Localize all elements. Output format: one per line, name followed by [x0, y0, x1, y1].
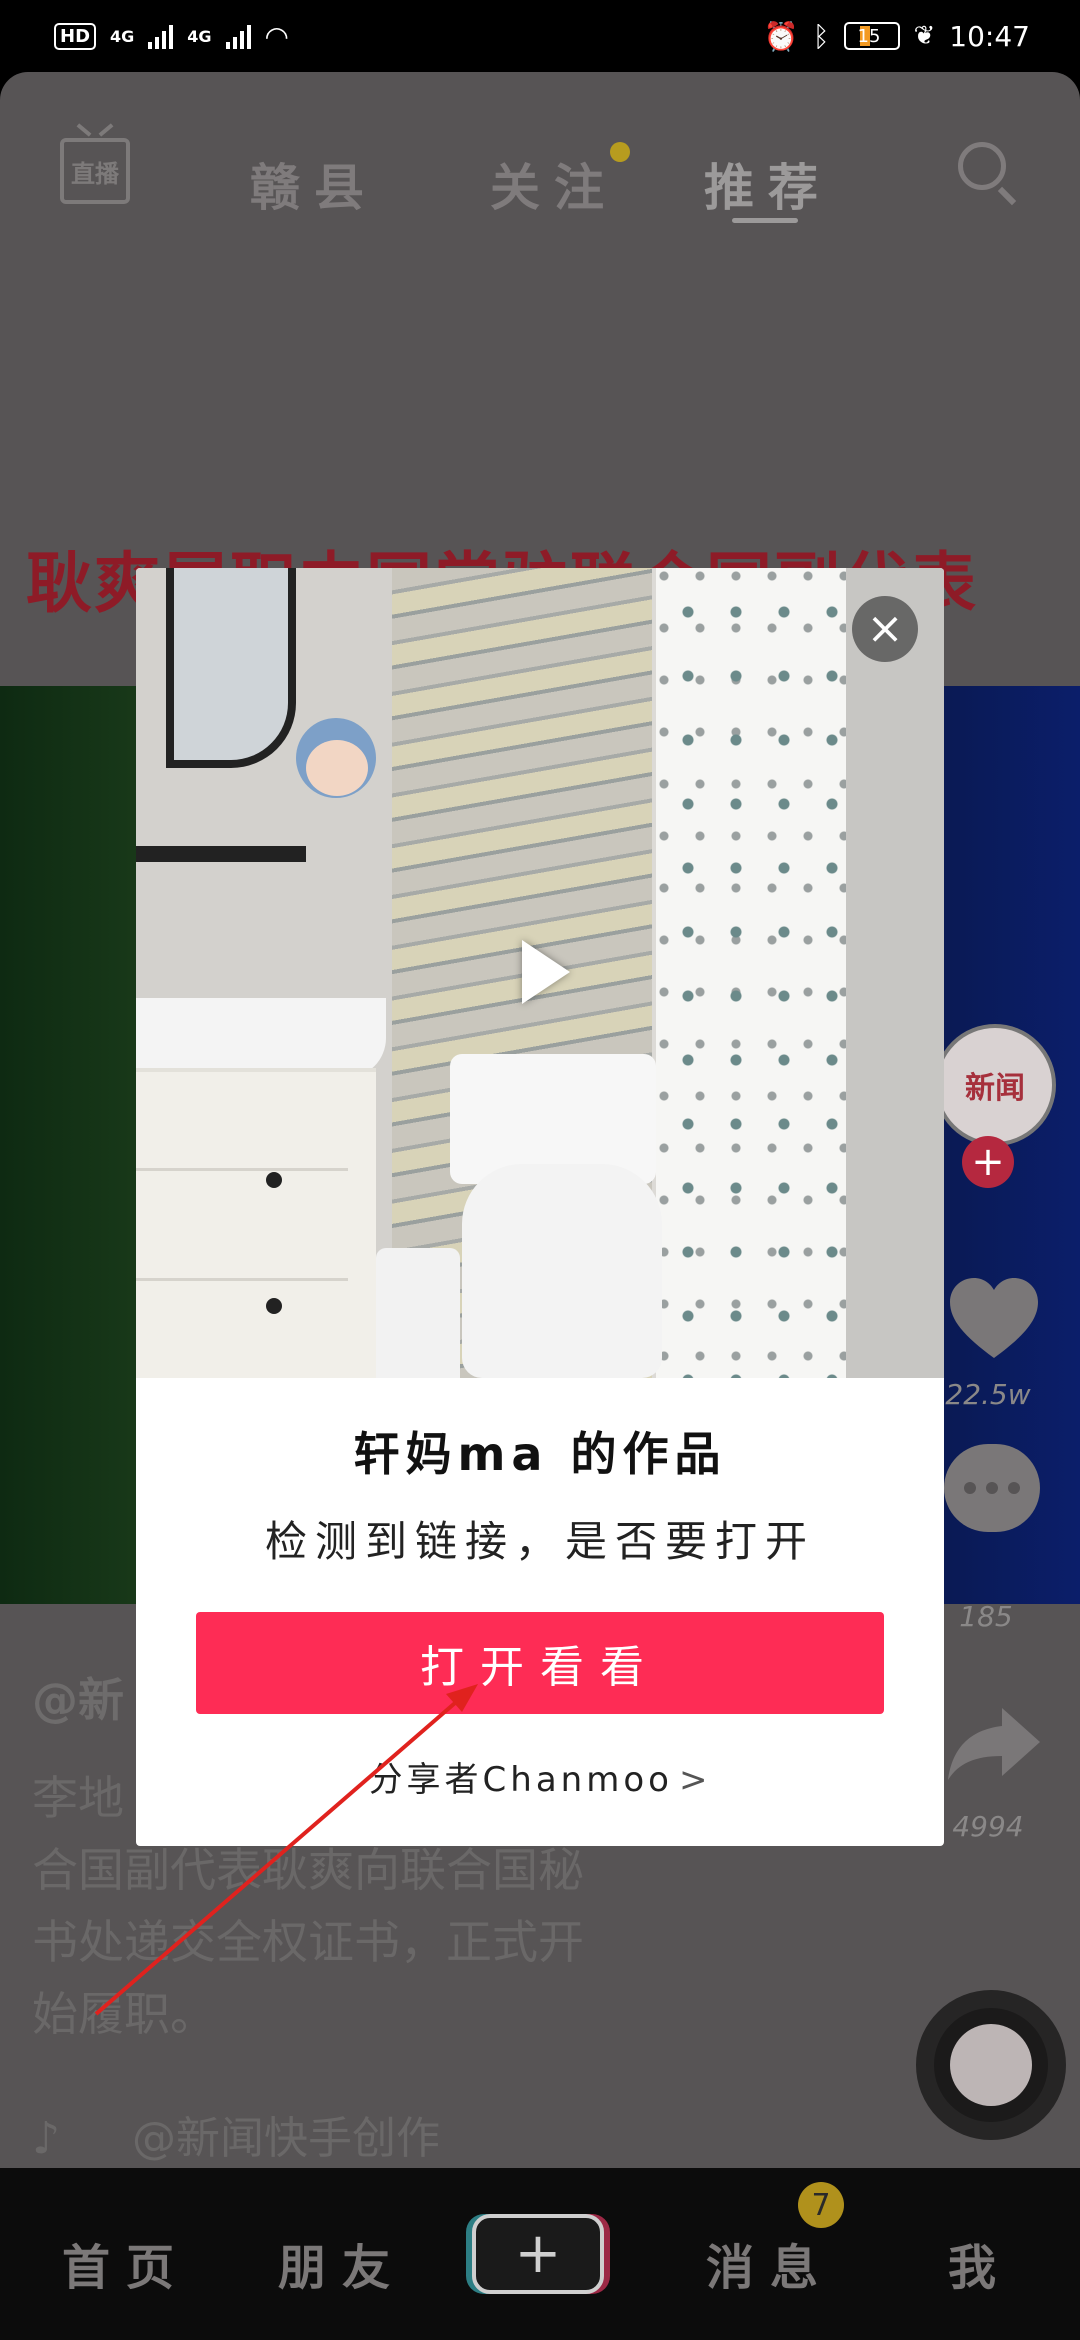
likes-count: 22.5w	[945, 1378, 1031, 1411]
music-row[interactable]: ♪ @新闻快手创作	[32, 2102, 440, 2166]
avatar-text: 新闻	[965, 1071, 1025, 1106]
leaf-icon: ❦	[913, 21, 936, 51]
status-bar: HD 4G 4G ◠ ⏰ ᛒ 15 ❦ 10:47	[0, 0, 1080, 72]
add-video-button[interactable]: +	[472, 2214, 604, 2294]
video-thumbnail[interactable]	[136, 568, 944, 1378]
music-note-icon: ♪	[32, 2113, 61, 2164]
caption-author[interactable]: @新	[32, 1664, 124, 1730]
battery-level: 15	[857, 25, 881, 47]
follow-plus-icon[interactable]: +	[962, 1136, 1014, 1188]
chevron-right-icon: >	[678, 1760, 712, 1800]
tab-following[interactable]: 关注	[490, 148, 618, 220]
play-icon[interactable]	[522, 940, 570, 1004]
live-label: 直播	[71, 159, 119, 188]
caption-line-3: 书处递交全权证书，正式开	[32, 1915, 584, 1969]
notification-dot	[610, 142, 630, 162]
nav-home[interactable]: 首页	[62, 2228, 190, 2298]
messages-badge: 7	[798, 2182, 844, 2228]
active-tab-indicator	[732, 218, 798, 223]
network-type-1: 4G	[110, 26, 135, 46]
nav-friends[interactable]: 朋友	[278, 2228, 406, 2298]
mirror	[166, 568, 296, 768]
signal-icon-2	[225, 23, 251, 49]
tab-local[interactable]: 赣县	[250, 148, 378, 220]
author-avatar[interactable]: 新闻	[934, 1024, 1056, 1146]
search-icon[interactable]	[958, 142, 1006, 190]
alarm-icon: ⏰	[763, 19, 799, 53]
tab-recommend[interactable]: 推荐	[704, 148, 832, 220]
share-link-dialog: × 轩妈ma 的作品 检测到链接，是否要打开 打开看看 分享者Chanmoo >	[136, 568, 944, 1846]
comment-icon[interactable]	[944, 1444, 1040, 1532]
shares-count: 4994	[952, 1810, 1024, 1843]
comments-count: 185	[959, 1600, 1013, 1633]
signal-icon	[148, 23, 174, 49]
nav-messages[interactable]: 消息	[706, 2228, 834, 2298]
caption-line-4: 始履职。	[32, 1987, 216, 2041]
music-disc-icon[interactable]	[916, 1990, 1066, 2140]
open-video-button[interactable]: 打开看看	[196, 1612, 884, 1714]
bluetooth-icon: ᛒ	[812, 19, 830, 53]
close-icon[interactable]: ×	[852, 596, 918, 662]
sharer-link[interactable]: 分享者Chanmoo >	[136, 1752, 944, 1801]
dialog-subtitle: 检测到链接，是否要打开	[264, 1517, 815, 1566]
dialog-title: 轩妈ma 的作品	[353, 1427, 727, 1481]
wifi-icon: ◠	[264, 19, 289, 53]
network-type-2: 4G	[187, 26, 212, 46]
status-left: HD 4G 4G ◠	[54, 20, 289, 53]
status-right: ⏰ ᛒ 15 ❦ 10:47	[764, 20, 1030, 53]
hd-indicator: HD	[54, 22, 97, 50]
bottom-nav: 首页 朋友 + 消息 7 我	[0, 2168, 1080, 2340]
share-icon[interactable]	[944, 1704, 1044, 1784]
music-title: @新闻快手创作	[132, 2113, 440, 2164]
sharer-name: 分享者Chanmoo	[368, 1760, 673, 1800]
battery-icon: 15	[843, 22, 900, 50]
live-icon[interactable]: 直播	[60, 138, 130, 204]
nav-me[interactable]: 我	[948, 2228, 1012, 2298]
clock: 10:47	[949, 19, 1030, 53]
top-nav: 直播 赣县 关注 推荐	[0, 102, 1080, 223]
heart-icon[interactable]	[944, 1270, 1044, 1370]
